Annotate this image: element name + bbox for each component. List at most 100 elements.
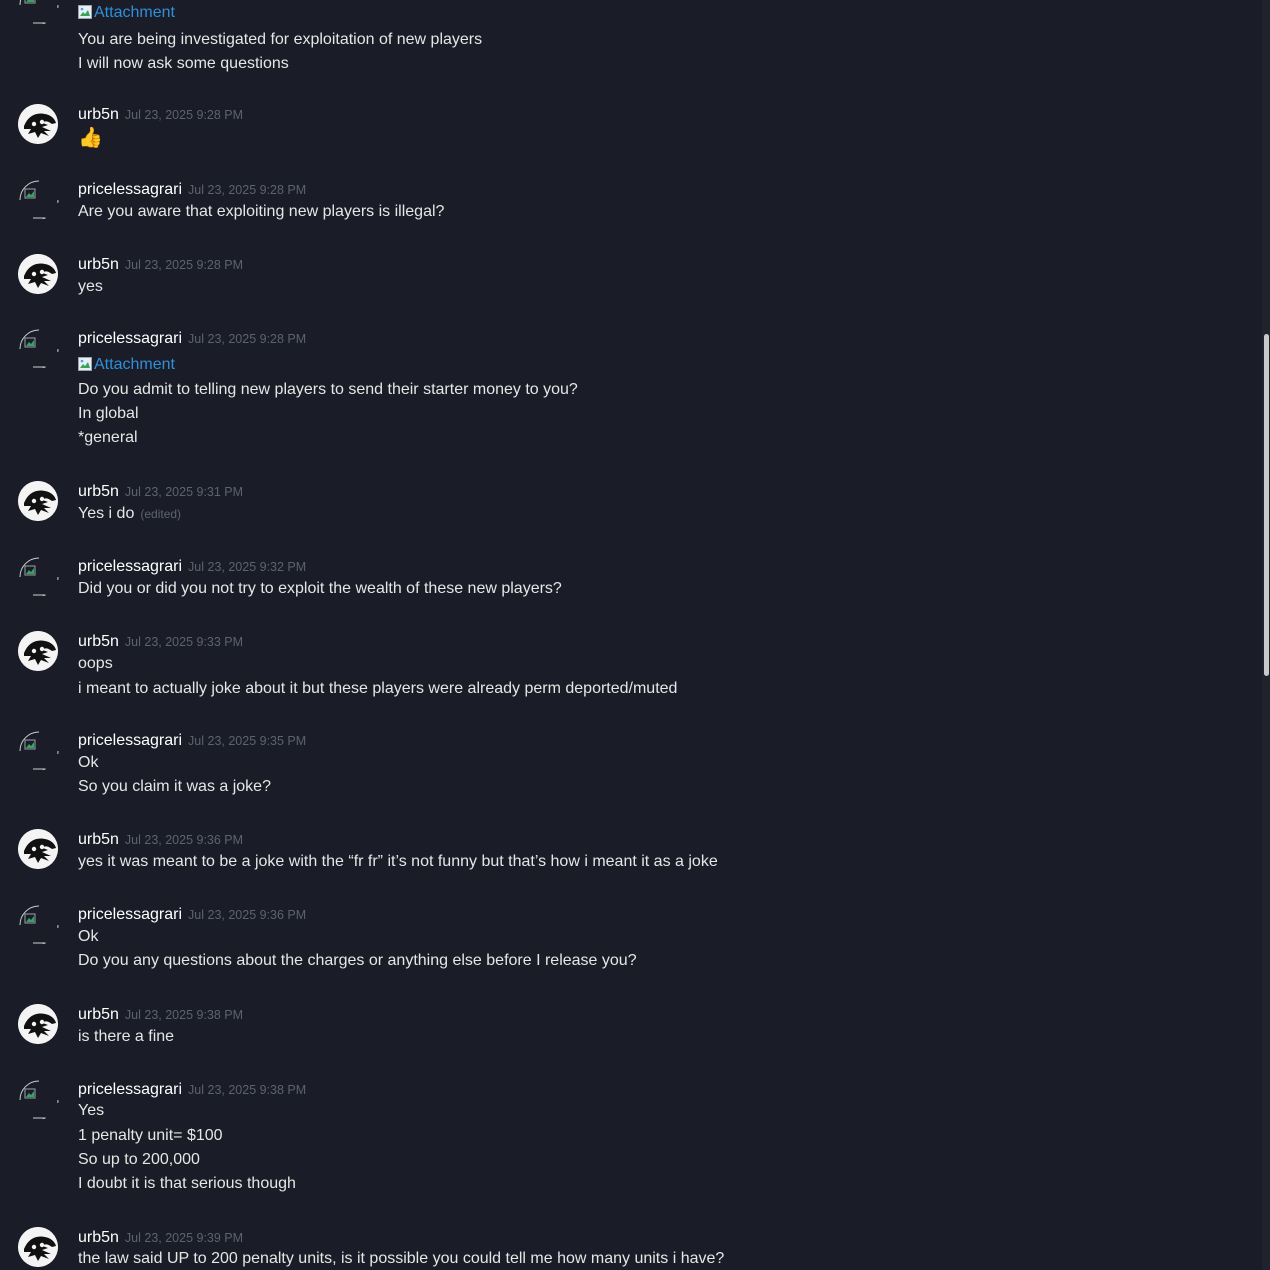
scrollbar[interactable] <box>1262 0 1270 1270</box>
avatar[interactable] <box>18 481 58 521</box>
message-line: 1 penalty unit= $100 <box>78 1127 223 1144</box>
timestamp: Jul 23, 2025 9:38 PM <box>124 1008 244 1022</box>
broken-image-icon <box>78 356 94 373</box>
message-text: I doubt it is that serious though <box>78 1173 296 1195</box>
message-text: Yes i do (edited) <box>78 503 181 525</box>
message-line: Are you aware that exploiting new player… <box>78 203 445 220</box>
message-text: the law said UP to 200 penalty units, is… <box>78 1248 724 1270</box>
timestamp: Jul 23, 2025 9:28 PM <box>188 332 307 346</box>
message-text: i meant to actually joke about it but th… <box>78 678 677 700</box>
message-line: So you claim it was a joke? <box>78 778 271 795</box>
message-line: Do you any questions about the charges o… <box>78 952 637 969</box>
username[interactable]: urb5n <box>78 633 119 650</box>
username[interactable]: urb5n <box>78 1229 119 1246</box>
message-header: urb5n Jul 23, 2025 9:38 PM <box>78 1004 243 1026</box>
avatar[interactable] <box>18 0 59 25</box>
timestamp: Jul 23, 2025 9:32 PM <box>188 560 307 574</box>
username[interactable]: urb5n <box>78 256 119 273</box>
username[interactable]: pricelessagrari <box>78 732 182 749</box>
message-line: yes it was meant to be a joke with the “… <box>78 853 718 870</box>
timestamp: Jul 23, 2025 9:38 PM <box>188 1083 307 1097</box>
message-text: Do you any questions about the charges o… <box>78 950 637 972</box>
avatar[interactable] <box>18 631 58 671</box>
timestamp: Jul 23, 2025 9:31 PM <box>124 485 244 499</box>
timestamp: Jul 23, 2025 9:39 PM <box>124 1231 244 1245</box>
message-text: Ok <box>78 752 98 774</box>
avatar[interactable] <box>18 829 58 869</box>
message-header: pricelessagrari Jul 23, 2025 9:36 PM <box>78 904 306 926</box>
message-text: Ok <box>78 926 98 948</box>
message-line: the law said UP to 200 penalty units, is… <box>78 1250 725 1267</box>
message-header: urb5n Jul 23, 2025 9:36 PM <box>78 829 243 851</box>
attachment-label[interactable]: Attachment <box>94 356 175 373</box>
message-text: yes it was meant to be a joke with the “… <box>78 851 718 873</box>
message-text: Did you or did you not try to exploit th… <box>78 578 562 600</box>
timestamp: Jul 23, 2025 9:28 PM <box>188 183 307 197</box>
avatar[interactable] <box>18 1227 58 1267</box>
timestamp: Jul 23, 2025 9:36 PM <box>188 908 307 922</box>
username[interactable]: pricelessagrari <box>78 558 182 575</box>
timestamp: Jul 23, 2025 9:28 PM <box>124 108 244 122</box>
message-line: Ok <box>78 928 99 945</box>
username[interactable]: urb5n <box>78 831 119 848</box>
avatar[interactable] <box>18 730 59 771</box>
username[interactable]: urb5n <box>78 483 119 500</box>
message-line: Yes i do <box>78 505 135 522</box>
message-text: Are you aware that exploiting new player… <box>78 201 444 223</box>
attachment-link[interactable]: Attachment <box>78 2 175 24</box>
avatar[interactable] <box>18 1079 59 1120</box>
message-line: You are being investigated for exploitat… <box>78 31 483 48</box>
thumbs-up-emoji: 👍 <box>78 127 103 149</box>
message-text: Yes <box>78 1100 104 1122</box>
message-text: So you claim it was a joke? <box>78 776 271 798</box>
edited-indicator: (edited) <box>140 507 182 521</box>
message-text: You are being investigated for exploitat… <box>78 29 482 51</box>
message-text: Do you admit to telling new players to s… <box>78 379 578 401</box>
broken-image-icon <box>78 4 94 21</box>
scrollbar-thumb[interactable] <box>1264 334 1269 676</box>
message-line: yes <box>78 278 103 295</box>
message-text: In global <box>78 403 139 425</box>
timestamp: Jul 23, 2025 9:35 PM <box>188 734 307 748</box>
username[interactable]: urb5n <box>78 1006 119 1023</box>
message-line: Do you admit to telling new players to s… <box>78 381 578 398</box>
avatar[interactable] <box>18 328 59 369</box>
avatar[interactable] <box>18 254 58 294</box>
message-header: pricelessagrari Jul 23, 2025 9:32 PM <box>78 556 306 578</box>
message-text: is there a fine <box>78 1026 174 1048</box>
avatar[interactable] <box>18 556 59 597</box>
avatar[interactable] <box>18 179 59 220</box>
avatar[interactable] <box>18 1004 58 1044</box>
avatar[interactable] <box>18 904 59 945</box>
message-line: is there a fine <box>78 1028 175 1045</box>
avatar[interactable] <box>18 104 58 144</box>
message-line: Ok <box>78 754 99 771</box>
message-header: pricelessagrari Jul 23, 2025 9:28 PM <box>78 179 306 201</box>
message-line: *general <box>78 429 138 446</box>
message-text: *general <box>78 427 138 449</box>
attachment-link[interactable]: Attachment <box>78 354 175 376</box>
message-line: In global <box>78 405 139 422</box>
message-header: urb5n Jul 23, 2025 9:33 PM <box>78 631 243 653</box>
timestamp: Jul 23, 2025 9:33 PM <box>124 635 244 649</box>
message-line: I doubt it is that serious though <box>78 1175 296 1192</box>
username[interactable]: urb5n <box>78 106 119 123</box>
attachment-label[interactable]: Attachment <box>94 4 175 21</box>
message-header: urb5n Jul 23, 2025 9:28 PM <box>78 254 243 276</box>
message-text: 1 penalty unit= $100 <box>78 1125 223 1147</box>
message-line: oops <box>78 655 113 672</box>
username[interactable]: pricelessagrari <box>78 1081 182 1098</box>
username[interactable]: pricelessagrari <box>78 330 182 347</box>
message-line: I will now ask some questions <box>78 55 289 72</box>
message-line: Yes <box>78 1102 105 1119</box>
timestamp: Jul 23, 2025 9:36 PM <box>124 833 244 847</box>
message-header: pricelessagrari Jul 23, 2025 9:38 PM <box>78 1079 306 1101</box>
message-line: So up to 200,000 <box>78 1151 200 1168</box>
message-text: So up to 200,000 <box>78 1149 200 1171</box>
message-header: urb5n Jul 23, 2025 9:39 PM <box>78 1227 243 1249</box>
message-text: yes <box>78 276 103 298</box>
username[interactable]: pricelessagrari <box>78 906 182 923</box>
message-text: I will now ask some questions <box>78 53 289 75</box>
message-header: urb5n Jul 23, 2025 9:28 PM <box>78 104 243 126</box>
username[interactable]: pricelessagrari <box>78 181 182 198</box>
